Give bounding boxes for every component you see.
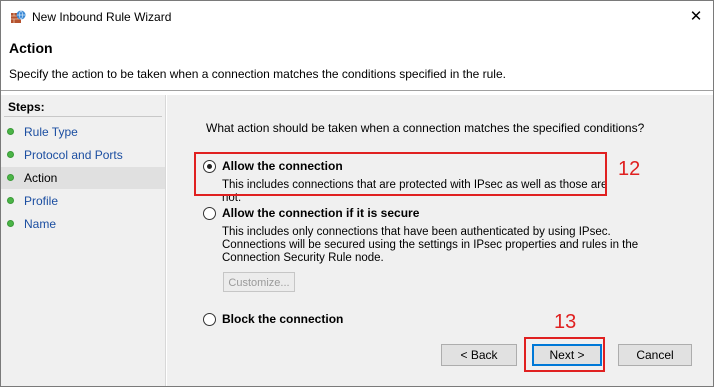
page-title: Action [9,40,53,56]
step-status-icon [7,174,14,181]
step-status-icon [7,151,14,158]
allow-if-secure-label[interactable]: Allow the connection if it is secure [222,206,419,220]
header-divider [1,90,713,91]
steps-panel: Steps: Rule Type Protocol and Ports Acti… [1,95,166,386]
annotation-highlight-allow [194,152,607,196]
wizard-window: New Inbound Rule Wizard ✕ Action Specify… [0,0,714,387]
step-protocol-and-ports[interactable]: Protocol and Ports [1,144,165,166]
allow-if-secure-radio[interactable] [203,207,216,220]
step-label: Rule Type [24,125,78,139]
step-status-icon [7,220,14,227]
title-bar: New Inbound Rule Wizard ✕ [1,1,713,33]
step-label: Action [24,171,58,185]
block-connection-label[interactable]: Block the connection [222,312,343,326]
annotation-highlight-next [524,337,605,372]
back-button[interactable]: < Back [441,344,517,366]
step-profile[interactable]: Profile [1,190,165,212]
step-rule-type[interactable]: Rule Type [1,121,165,143]
step-status-icon [7,197,14,204]
annotation-number-13: 13 [554,311,577,333]
steps-title: Steps: [8,100,45,114]
window-title: New Inbound Rule Wizard [32,10,172,24]
step-action[interactable]: Action [1,167,165,189]
customize-button[interactable]: Customize... [223,272,295,292]
firewall-icon [11,10,26,23]
block-connection-radio[interactable] [203,313,216,326]
step-status-icon [7,128,14,135]
close-icon[interactable]: ✕ [685,6,707,28]
annotation-number-12: 12 [618,158,641,180]
step-label: Name [24,217,57,231]
page-description: Specify the action to be taken when a co… [9,67,506,81]
step-label: Profile [24,194,59,208]
step-name[interactable]: Name [1,213,165,235]
step-label: Protocol and Ports [24,148,123,162]
cancel-button[interactable]: Cancel [618,344,692,366]
main-panel: What action should be taken when a conne… [167,95,713,386]
allow-if-secure-description: This includes only connections that have… [222,226,639,264]
action-question: What action should be taken when a conne… [206,121,645,135]
steps-divider [4,116,162,117]
